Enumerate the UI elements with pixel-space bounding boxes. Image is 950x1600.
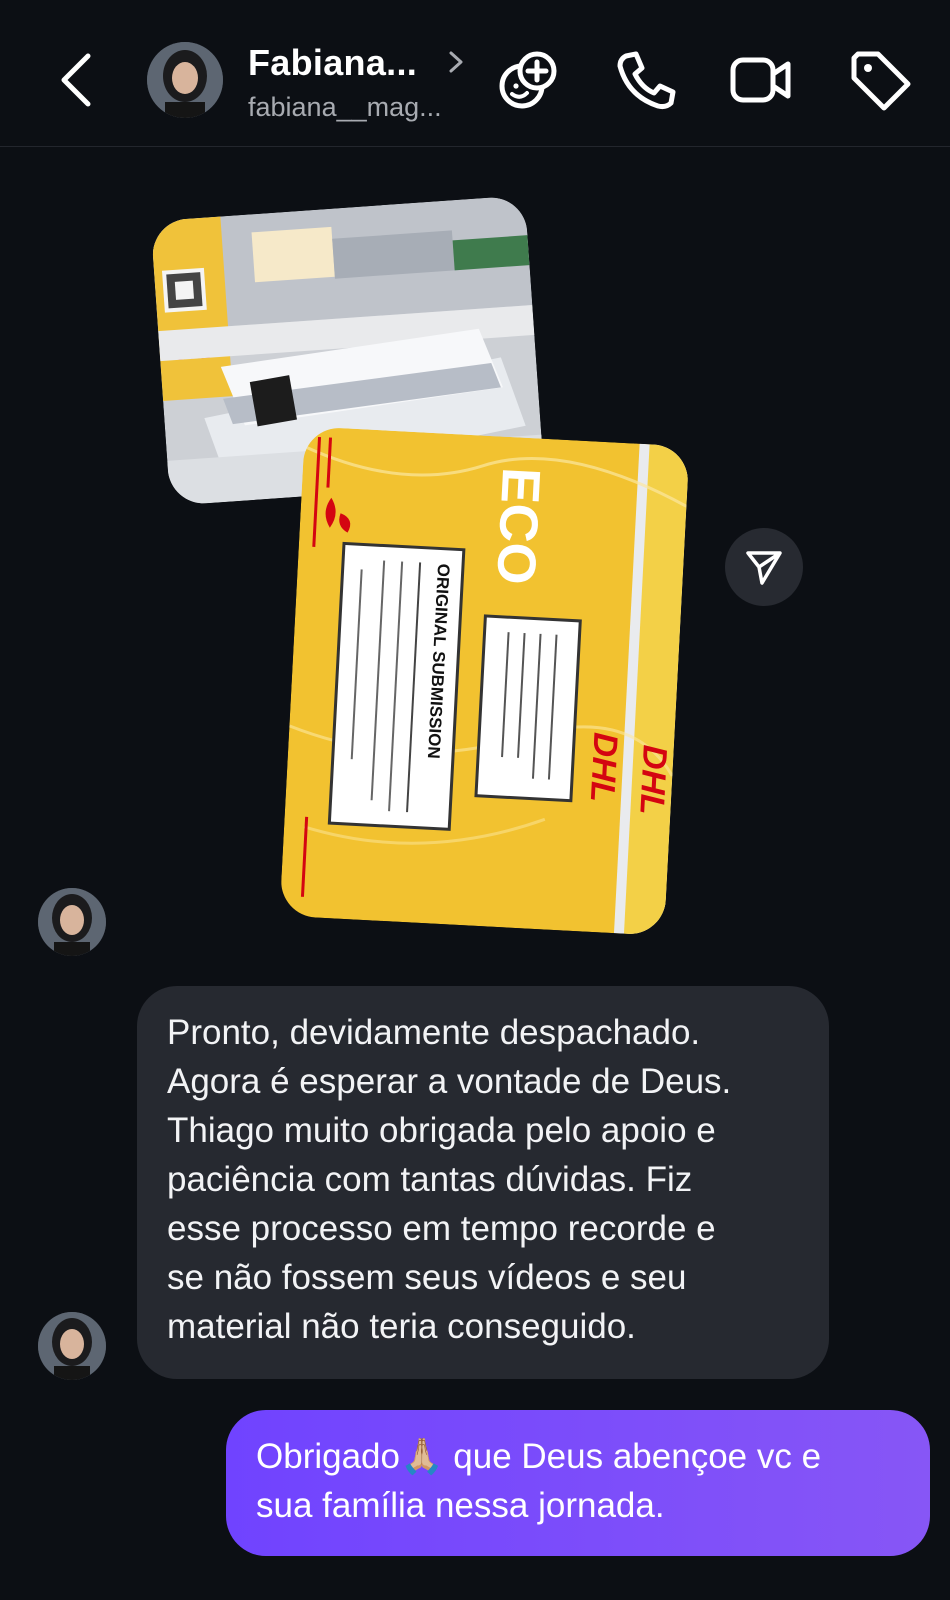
message-text: sua família nessa jornada. xyxy=(256,1486,665,1525)
send-icon xyxy=(746,551,782,585)
phone-icon xyxy=(617,51,676,110)
eco-text: ECO xyxy=(485,466,551,586)
tag-icon xyxy=(851,51,911,111)
effects-icon xyxy=(499,51,557,109)
incoming-message-bubble[interactable]: Pronto, devidamente despachado. Agora é … xyxy=(137,986,829,1379)
outgoing-message-bubble[interactable]: Obrigado🙏🏼 que Deus abençoe vc e sua fam… xyxy=(226,1410,930,1556)
sender-avatar[interactable] xyxy=(38,888,106,956)
contact-avatar[interactable] xyxy=(147,42,223,118)
dhl-logo: DHL xyxy=(632,744,674,816)
message-text: Thiago muito obrigada pelo apoio e xyxy=(167,1111,716,1150)
effects-button[interactable] xyxy=(494,46,562,114)
audio-call-button[interactable] xyxy=(612,46,680,114)
back-icon xyxy=(61,53,91,107)
message-text: Agora é esperar a vontade de Deus. xyxy=(167,1062,732,1101)
photo-thumbnail[interactable]: ECO ORIGINAL SUBMISSION DHL DHL xyxy=(279,426,690,936)
dhl-logo: DHL xyxy=(583,731,625,803)
tag-button[interactable] xyxy=(846,46,914,114)
photo-message: DHL ECO ORIGINAL SUBMISSION xyxy=(150,188,710,948)
message-text: esse processo em tempo recorde e xyxy=(167,1209,716,1248)
message-text: material não teria conseguido. xyxy=(167,1307,636,1346)
message-text: Pronto, devidamente despachado. xyxy=(167,1013,701,1052)
message-text: paciência com tantas dúvidas. Fiz xyxy=(167,1160,693,1199)
share-button[interactable] xyxy=(725,528,803,606)
video-call-button[interactable] xyxy=(728,46,796,114)
chat-header: Fabiana... fabiana__mag... xyxy=(0,0,950,147)
video-icon xyxy=(730,57,791,103)
contact-handle[interactable]: fabiana__mag... xyxy=(248,92,442,123)
chevron-right-icon[interactable] xyxy=(446,50,466,74)
sender-avatar[interactable] xyxy=(38,1312,106,1380)
back-button[interactable] xyxy=(56,50,100,110)
contact-name[interactable]: Fabiana... xyxy=(248,42,417,84)
message-text: se não fossem seus vídeos e seu xyxy=(167,1258,687,1297)
message-text: Obrigado🙏🏼 que Deus abençoe vc e xyxy=(256,1437,822,1476)
